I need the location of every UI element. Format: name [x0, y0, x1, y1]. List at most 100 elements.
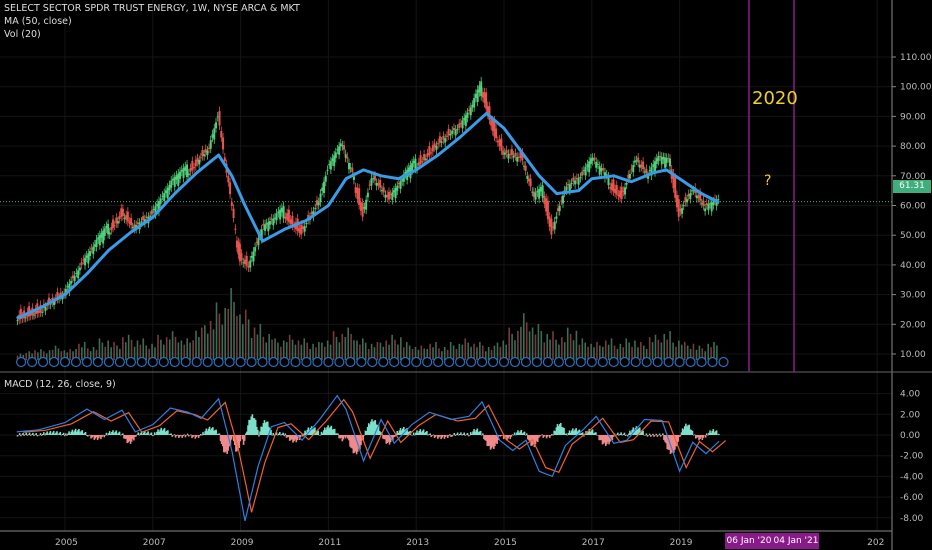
candle-body	[223, 157, 226, 162]
volume-bar	[189, 342, 191, 360]
volume-bar	[575, 330, 578, 360]
volume-bar	[344, 337, 347, 360]
candle-body	[411, 163, 414, 171]
candle-body	[254, 247, 257, 252]
candle-body	[524, 165, 527, 171]
candle-body	[529, 178, 532, 187]
dividend-marker	[696, 356, 707, 368]
macd-histogram-bar	[651, 435, 653, 436]
volume-bar	[347, 327, 349, 360]
dividend-marker	[586, 356, 597, 368]
volume-bar	[596, 342, 598, 360]
dividend-marker	[685, 356, 696, 368]
candle-body	[286, 213, 289, 221]
candle-body	[177, 173, 180, 186]
candle-body	[44, 306, 47, 311]
volume-bar	[142, 338, 145, 360]
candle-body	[454, 129, 457, 136]
candle-body	[534, 192, 537, 200]
dividend-marker	[345, 356, 356, 368]
candle-body	[24, 317, 27, 319]
candle-body	[442, 136, 445, 140]
candle-body	[75, 272, 78, 274]
macd-histogram-bar	[201, 435, 203, 436]
candle-body	[476, 89, 479, 102]
macd-histogram-bar	[317, 430, 320, 435]
macd-histogram-bar	[299, 435, 302, 438]
volume-bar	[253, 327, 256, 360]
candle-body	[92, 246, 95, 255]
price-tick-label: 110.00	[900, 53, 932, 63]
candle-body	[280, 207, 283, 213]
volume-bar	[397, 344, 399, 360]
macd-histogram-bar	[655, 433, 658, 435]
macd-histogram-bar	[280, 435, 282, 436]
volume-bar	[534, 334, 537, 360]
candle-body	[498, 139, 501, 147]
candle-body	[717, 198, 720, 200]
volume-legend[interactable]: Vol (20)	[4, 29, 41, 40]
ma-legend[interactable]: MA (50, close)	[4, 16, 72, 27]
macd-histogram-bar	[183, 434, 186, 435]
candle-body	[600, 168, 603, 172]
price-tick-label: 90.00	[900, 112, 926, 122]
volume-bar	[487, 347, 490, 360]
candle-body	[553, 221, 556, 230]
candle-body	[279, 209, 282, 220]
candle-body	[615, 185, 618, 195]
candle-body	[438, 136, 441, 143]
macd-histogram-bar	[243, 435, 246, 441]
time-tick-label: 2007	[143, 538, 166, 548]
macd-histogram-bar	[26, 435, 29, 436]
candle-body	[681, 208, 684, 214]
dividend-marker	[389, 356, 400, 368]
candle-body	[273, 217, 276, 219]
dividend-marker	[301, 356, 312, 368]
candle-body	[198, 159, 201, 165]
macd-legend[interactable]: MACD (12, 26, close, 9)	[4, 379, 116, 390]
candle-body	[424, 158, 427, 161]
candle-body	[431, 145, 434, 152]
volume-bar	[198, 337, 200, 360]
macd-histogram-bar	[565, 433, 568, 435]
macd-histogram-bar	[482, 433, 484, 435]
volume-bar	[157, 334, 159, 360]
macd-histogram-bar	[44, 435, 46, 436]
dividend-marker	[323, 356, 334, 368]
candle-body	[314, 208, 317, 210]
candle-body	[130, 218, 133, 226]
macd-tick-label: 0.00	[900, 431, 920, 441]
candle-body	[584, 167, 587, 176]
candle-body	[430, 152, 433, 154]
macd-histogram-bar	[18, 433, 21, 435]
volume-bar	[356, 340, 358, 360]
dividend-marker	[531, 356, 543, 368]
candle-body	[264, 224, 267, 231]
macd-histogram-bar	[412, 432, 415, 435]
dividend-marker	[718, 356, 729, 368]
chart-svg[interactable]: 110.00100.0090.0080.0070.0060.0050.0040.…	[0, 0, 932, 550]
volume-bar	[350, 333, 352, 360]
candle-body	[175, 175, 178, 180]
candle-body	[595, 161, 598, 168]
macd-histogram-bar	[272, 433, 275, 435]
volume-bar	[168, 339, 171, 360]
dividend-marker	[268, 356, 279, 368]
candle-body	[471, 104, 474, 108]
volume-bar	[581, 338, 584, 360]
macd-histogram-bar	[468, 435, 471, 436]
dividend-marker	[356, 356, 367, 368]
macd-histogram-bar	[38, 435, 41, 436]
volume-bar	[517, 330, 519, 360]
candle-body	[319, 193, 322, 203]
candle-body	[568, 184, 571, 191]
volume-bar	[233, 302, 235, 360]
candle-body	[555, 216, 558, 219]
candle-body	[140, 221, 143, 223]
candle-body	[252, 251, 255, 262]
macd-histogram-bar	[60, 435, 63, 436]
volume-bar	[572, 340, 575, 360]
dividend-marker	[246, 356, 257, 368]
volume-bar	[180, 340, 183, 360]
candle-body	[602, 168, 605, 171]
